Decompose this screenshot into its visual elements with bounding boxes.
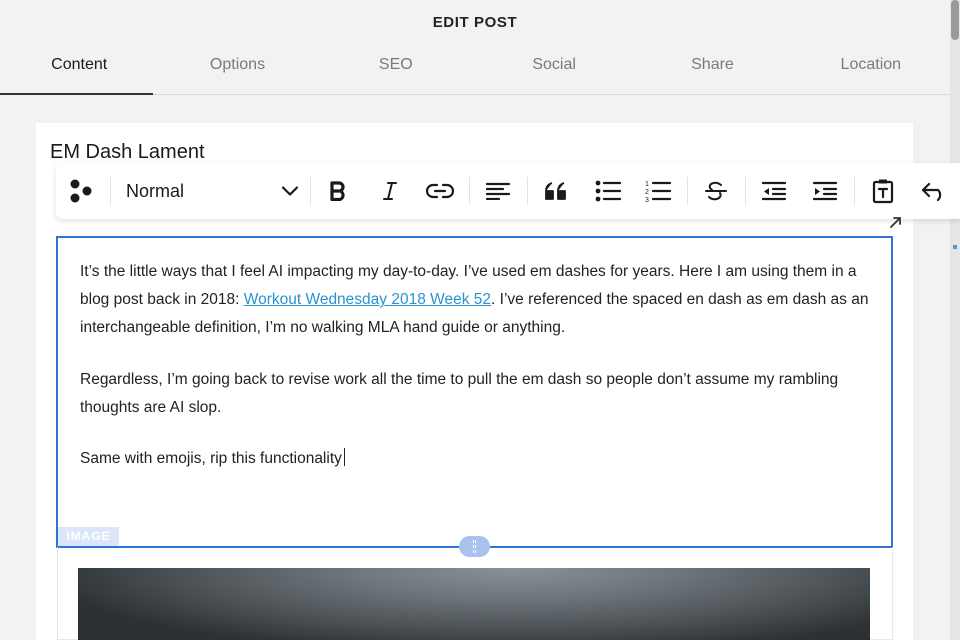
scrollbar[interactable] — [950, 0, 960, 640]
image-photo[interactable] — [78, 568, 870, 640]
formatting-toolbar: Normal 123 — [56, 163, 960, 219]
workout-wednesday-link[interactable]: Workout Wednesday 2018 Week 52 — [244, 291, 491, 308]
page-title: EDIT POST — [432, 14, 518, 31]
svg-text:1: 1 — [645, 181, 649, 188]
toolbar-divider — [854, 177, 855, 205]
tab-social[interactable]: Social — [475, 56, 633, 95]
paragraph-3[interactable]: Same with emojis, rip this functionality — [80, 445, 880, 473]
tab-share[interactable]: Share — [633, 56, 791, 95]
outdent-icon[interactable] — [752, 163, 796, 219]
paragraph-3-text: Same with emojis, rip this functionality — [80, 450, 342, 467]
chevron-down-icon — [282, 186, 298, 196]
quote-icon[interactable] — [534, 163, 578, 219]
text-block[interactable]: It’s the little ways that I feel AI impa… — [56, 236, 893, 548]
toolbar-divider — [310, 177, 311, 205]
italic-icon[interactable] — [368, 163, 412, 219]
link-icon[interactable] — [418, 163, 462, 219]
toolbar-divider — [745, 177, 746, 205]
numbered-list-icon[interactable]: 123 — [636, 163, 680, 219]
bullet-list-icon[interactable] — [586, 163, 630, 219]
tab-bar: Content Options SEO Social Share Locatio… — [0, 56, 950, 95]
toolbar-divider — [687, 177, 688, 205]
text-cursor — [343, 448, 345, 466]
block-style-value: Normal — [126, 180, 185, 201]
indent-icon[interactable] — [803, 163, 847, 219]
edge-marker — [953, 245, 957, 249]
scrollbar-thumb[interactable] — [951, 0, 959, 40]
image-block-label: IMAGE — [58, 527, 119, 546]
tab-seo[interactable]: SEO — [317, 56, 475, 95]
strikethrough-icon[interactable] — [694, 163, 738, 219]
bold-icon[interactable] — [318, 163, 358, 219]
expand-arrow-icon[interactable] — [888, 214, 904, 235]
tab-content[interactable]: Content — [0, 56, 158, 95]
tab-location[interactable]: Location — [792, 56, 950, 95]
toolbar-divider — [527, 177, 528, 205]
paragraph-1[interactable]: It’s the little ways that I feel AI impa… — [80, 258, 880, 342]
tab-options[interactable]: Options — [158, 56, 316, 95]
toolbar-divider — [469, 177, 470, 205]
blocks-icon[interactable] — [62, 163, 106, 219]
editor-header: EDIT POST Content Options SEO Social Sha… — [0, 0, 950, 95]
toolbar-divider — [110, 177, 111, 205]
align-left-icon[interactable] — [476, 163, 520, 219]
svg-text:3: 3 — [645, 197, 649, 203]
post-title[interactable]: EM Dash Lament — [50, 141, 205, 164]
svg-text:2: 2 — [645, 189, 649, 196]
paragraph-2[interactable]: Regardless, I’m going back to revise wor… — [80, 366, 880, 422]
undo-icon[interactable] — [912, 163, 956, 219]
active-tab-indicator — [0, 93, 153, 95]
paste-text-icon[interactable] — [861, 163, 905, 219]
block-style-select[interactable]: Normal — [122, 163, 302, 219]
